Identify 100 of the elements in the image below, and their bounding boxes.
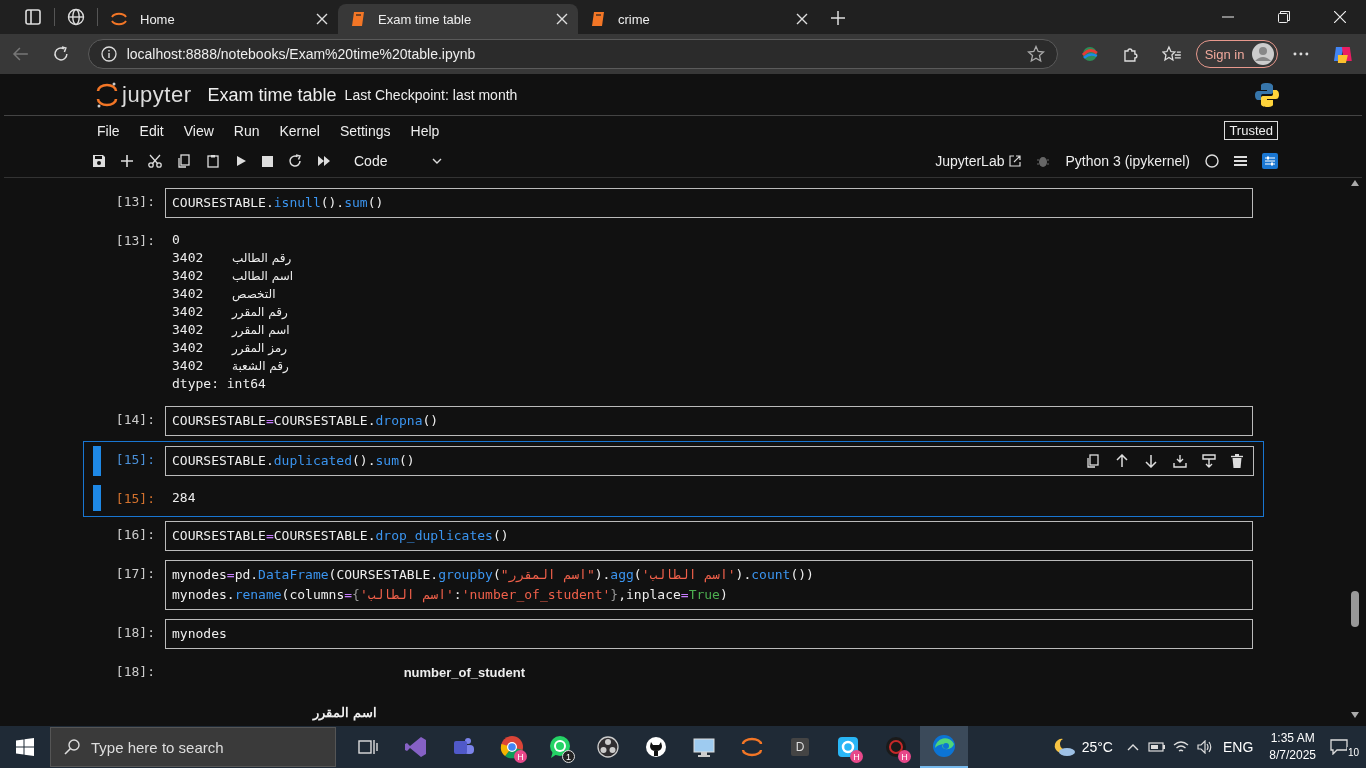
execution-count: [16]: [114,526,156,542]
menu-item[interactable]: Edit [139,122,164,139]
jupyterlab-link[interactable]: JupyterLab [935,153,1005,169]
execution-count: [18]: [114,663,156,679]
taskbar-app[interactable]: H [488,726,536,768]
jupyter-logo: jupyter [96,81,192,109]
trusted-badge[interactable]: Trusted [1224,121,1278,140]
series-label: اسم المقرر [232,322,290,339]
add-icon[interactable] [121,155,133,167]
new-tab-icon[interactable] [830,10,846,26]
wifi-icon[interactable] [1172,740,1189,754]
settings-icon[interactable] [1262,153,1278,169]
edge-icon [932,734,956,758]
chat-icon [548,735,572,759]
reload-icon[interactable] [51,45,70,63]
index-header: اسم المقرر [313,704,377,722]
cut-icon[interactable] [148,154,162,168]
series-value: 3402 [172,249,205,267]
globe-icon[interactable] [67,8,85,26]
scroll-thumb[interactable] [1351,591,1359,627]
avatar-icon [1252,43,1275,65]
code-cell-input[interactable]: COURSESTABLE=COURSESTABLE.dropna() [165,406,1253,436]
cell-collapser[interactable] [93,485,101,511]
restart-icon[interactable] [288,154,302,168]
address-field[interactable]: localhost:8888/notebooks/Exam%20time%20table.ipynb [87,39,1059,69]
arrow-down-icon[interactable] [1144,454,1158,468]
taskbar-app[interactable]: D [776,726,824,768]
menu-item[interactable]: Help [410,122,440,139]
restore-icon[interactable] [1278,11,1290,23]
browser-tab[interactable]: Home [98,4,338,34]
notification-center-button[interactable]: 10 [1330,732,1360,762]
close-window-icon[interactable] [1334,11,1346,23]
stop-icon[interactable] [262,155,273,167]
favorites-icon[interactable] [1161,45,1182,63]
browser-icon [500,735,524,759]
code-cell-input[interactable]: COURSESTABLE.isnull().sum() [165,188,1253,218]
chevron-up-icon[interactable] [1126,743,1139,751]
ribbon-icon [405,736,427,758]
back-arrow-icon[interactable] [12,45,30,63]
menu-item[interactable]: Settings [339,122,391,139]
insert-below-icon[interactable] [1202,454,1216,468]
code-cell-input[interactable]: COURSESTABLE.duplicated().sum() [165,446,1254,476]
book-icon [590,11,606,27]
taskbar-search-field[interactable]: Type here to search [50,727,336,767]
close-icon[interactable] [796,13,808,25]
clock-date[interactable]: 8/7/2025 [1269,747,1316,764]
series-value: 3402 [172,357,205,375]
paste-icon[interactable] [206,154,220,168]
copy-icon[interactable] [177,154,191,168]
scroll-up-icon[interactable] [1351,180,1359,186]
browser-tab[interactable]: crime [578,4,818,34]
insert-above-icon[interactable] [1173,454,1187,468]
temperature-text[interactable]: 25°C [1081,739,1113,755]
duplicate-icon[interactable] [1086,454,1100,468]
python-logo-icon [1254,82,1280,108]
cell-collapser[interactable] [93,446,101,476]
speaker-icon[interactable] [1196,740,1213,754]
more-icon[interactable] [1292,51,1311,57]
arrow-up-icon[interactable] [1115,454,1129,468]
puzzle-icon[interactable] [1122,45,1140,63]
external-link-icon[interactable] [1009,155,1022,167]
series-label: التخصص [232,286,276,303]
kernel-name[interactable]: Python 3 (ipykernel) [1065,153,1190,169]
code-line: COURSESTABLE=COURSESTABLE.dropna() [172,412,440,430]
close-icon[interactable] [316,13,328,25]
menu-item[interactable]: File [97,122,120,139]
star-icon[interactable] [1027,45,1046,63]
taskbar-app[interactable]: H [824,726,872,768]
notebook-title[interactable]: Exam time table [207,84,337,106]
menu-icon[interactable] [1234,155,1247,167]
close-icon[interactable] [556,13,568,25]
taskbar-app[interactable]: H [872,726,920,768]
scroll-down-icon[interactable] [1351,712,1359,718]
taskbar-app[interactable]: 1 [536,726,584,768]
series-value: 3402 [172,285,205,303]
save-icon[interactable] [92,154,106,168]
language-indicator[interactable]: ENG [1222,739,1254,755]
delete-icon[interactable] [1231,454,1243,468]
menu-item[interactable]: Kernel [279,122,320,139]
bug-icon[interactable] [1036,154,1051,168]
notification-badge: H [898,750,911,763]
menu-item[interactable]: Run [233,122,260,139]
menu-item[interactable]: View [183,122,214,139]
clock-time[interactable]: 1:35 AM [1270,730,1315,747]
computer-icon [692,736,716,758]
battery-icon[interactable] [1146,741,1165,753]
fast-forward-icon[interactable] [317,155,331,167]
browser-tab[interactable]: Exam time table [338,4,578,34]
code-cell-input[interactable]: mynodes [165,619,1253,649]
code-cell-input[interactable]: COURSESTABLE=COURSESTABLE.drop_duplicates() [165,521,1253,551]
series-label: رمز المقرر [232,340,288,357]
windows-start-icon[interactable] [16,738,34,756]
execution-count: [13]: [114,193,156,209]
notification-badge: 1 [562,750,575,763]
jupyter-logo-icon [96,81,118,109]
run-icon[interactable] [235,155,247,167]
series-label: رقم الطالب [232,250,292,267]
sidebar-toggle-icon[interactable] [24,8,42,26]
cell-type-dropdown[interactable]: Code [354,153,443,169]
output-line: 284 [172,489,197,507]
